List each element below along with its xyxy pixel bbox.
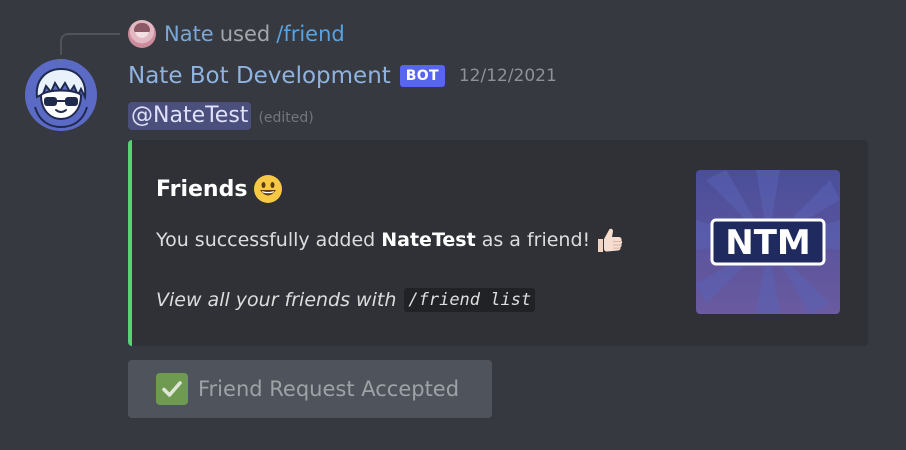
edited-label: (edited): [258, 110, 314, 126]
message-content: @NateTest (edited): [128, 99, 314, 133]
reply-used-text: used: [219, 22, 271, 46]
user-mention[interactable]: @NateTest: [128, 102, 252, 130]
reply-connector: [60, 33, 120, 55]
embed-footer: View all your friends with /friend list: [156, 288, 536, 312]
bot-tag: BOT: [399, 65, 445, 87]
thumbs-up-icon: [598, 228, 623, 252]
reply-username[interactable]: Nate: [164, 22, 214, 46]
message-container: Nate used /friend Nate Bot Development B…: [0, 0, 906, 450]
check-mark-icon: [156, 373, 188, 405]
friend-request-accepted-button[interactable]: Friend Request Accepted: [128, 360, 492, 418]
embed-description: You successfully added NateTest as a fri…: [156, 225, 624, 255]
footer-code: /friend list: [404, 288, 536, 312]
message-header: Nate Bot Development BOT 12/12/2021: [128, 58, 557, 94]
reply-avatar[interactable]: [128, 20, 156, 48]
grinning-face-icon: [254, 175, 283, 203]
embed-thumbnail[interactable]: NTM: [696, 170, 840, 314]
author-name[interactable]: Nate Bot Development: [128, 63, 391, 89]
ntm-logo-text: NTM: [725, 223, 810, 263]
description-name: NateTest: [381, 229, 476, 251]
footer-text: View all your friends with: [156, 289, 397, 311]
ntm-logo: NTM: [696, 170, 840, 314]
timestamp: 12/12/2021: [458, 66, 557, 86]
embed-title: Friends: [156, 174, 283, 204]
bot-avatar-icon: [25, 59, 97, 131]
description-prefix: You successfully added: [156, 229, 382, 251]
description-suffix: as a friend!: [475, 229, 591, 251]
reply-reference[interactable]: Nate used /friend: [128, 17, 345, 51]
avatar[interactable]: [25, 59, 97, 131]
embed-title-text: Friends: [156, 176, 248, 202]
embed: Friends You successfully added NateTest …: [128, 140, 868, 346]
button-label: Friend Request Accepted: [198, 377, 460, 401]
reply-command[interactable]: /friend: [276, 22, 345, 46]
